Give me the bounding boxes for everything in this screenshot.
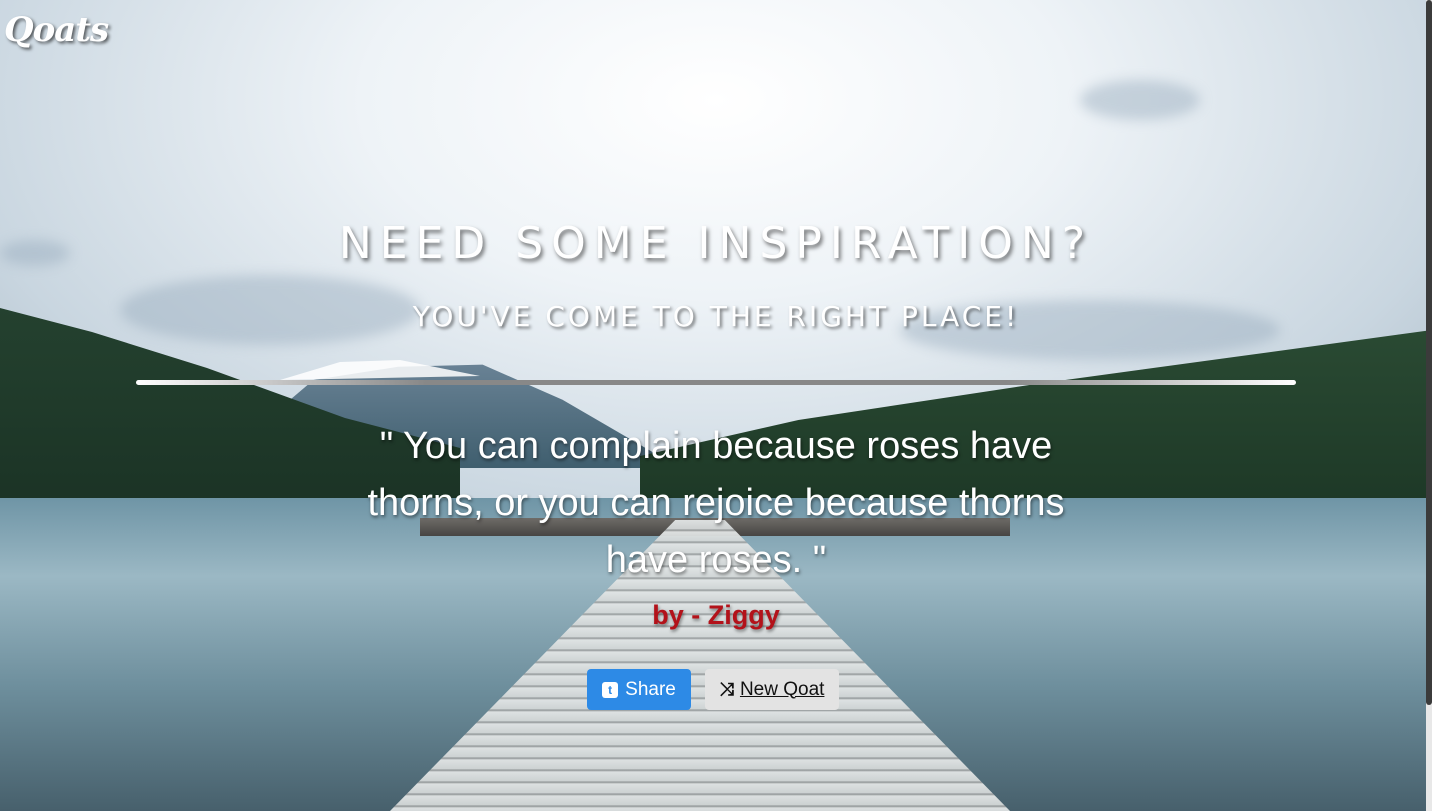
site-logo[interactable]: Qoats <box>4 10 109 50</box>
twitter-square-icon: t <box>602 681 619 698</box>
shuffle-icon: ⤨ <box>719 679 734 699</box>
quote-author: by - Ziggy <box>652 600 780 630</box>
hero-headline: NEED SOME INSPIRATION? <box>338 218 1094 269</box>
divider <box>136 380 1296 385</box>
quote-text: " You can complain because roses have th… <box>367 425 1065 581</box>
share-label: Share <box>625 678 676 700</box>
new-qoat-label: New Qoat <box>739 678 825 700</box>
hero-subheadline: YOU'VE COME TO THE RIGHT PLACE! <box>412 300 1020 333</box>
share-button[interactable]: t Share <box>587 669 691 710</box>
scrollbar-thumb[interactable] <box>1426 0 1432 705</box>
cloud <box>1080 80 1200 120</box>
new-qoat-button[interactable]: ⤨ New Qoat <box>705 669 839 710</box>
